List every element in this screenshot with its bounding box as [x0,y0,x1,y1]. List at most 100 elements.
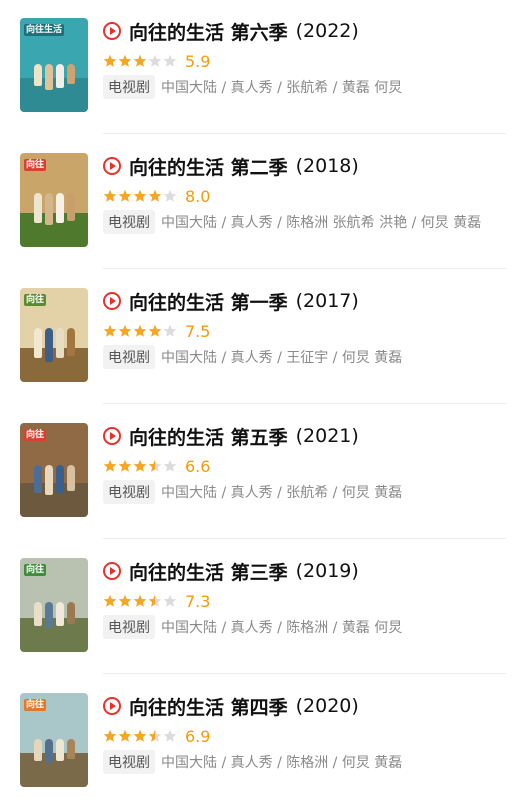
poster-logo: 向往 [24,159,47,171]
poster-image[interactable]: 向往 [20,288,88,382]
show-title[interactable]: 向往的生活 第五季 [129,423,288,450]
show-title[interactable]: 向往的生活 第六季 [129,18,288,45]
list-item[interactable]: 向往生活 向往的生活 第六季 (2022) 5.9 电视剧 中国大陆 / 真人秀… [0,0,526,135]
star-full-icon [133,459,147,473]
title-row[interactable]: 向往的生活 第四季 (2020) [103,691,359,721]
show-year: (2019) [295,560,359,582]
show-title[interactable]: 向往的生活 第二季 [129,153,288,180]
meta-row: 电视剧 中国大陆 / 真人秀 / 张航希 / 黄磊 何炅 [103,75,402,99]
title-row[interactable]: 向往的生活 第五季 (2021) [103,421,359,451]
poster-image[interactable]: 向往生活 [20,18,88,112]
poster-person [66,328,75,356]
star-full-icon [118,594,132,608]
rating-row: 6.9 [103,725,210,747]
poster-person [33,602,42,626]
show-meta: 中国大陆 / 真人秀 / 王征宇 / 何炅 黄磊 [161,350,403,366]
star-full-icon [118,54,132,68]
star-full-icon [103,189,117,203]
poster-person [55,193,64,223]
star-rating [103,594,177,608]
type-badge: 电视剧 [103,75,155,99]
poster-logo: 向往生活 [24,24,65,36]
show-meta: 中国大陆 / 真人秀 / 陈格洲 / 黄磊 何炅 [161,620,403,636]
divider [103,133,506,134]
rating-score: 5.9 [185,51,211,71]
star-full-icon [103,594,117,608]
rating-score: 7.5 [185,321,211,341]
play-icon [103,292,121,310]
poster-person [44,739,53,763]
poster-person [66,64,75,84]
star-full-icon [118,459,132,473]
star-full-icon [133,729,147,743]
title-row[interactable]: 向往的生活 第六季 (2022) [103,16,359,46]
star-empty-icon [163,189,177,203]
poster-image[interactable]: 向往 [20,558,88,652]
show-year: (2021) [295,425,359,447]
rating-row: 6.6 [103,455,210,477]
show-title[interactable]: 向往的生活 第一季 [129,288,288,315]
star-empty-icon [148,54,162,68]
star-full-icon [118,324,132,338]
poster-logo: 向往 [24,429,47,441]
rating-row: 7.5 [103,320,210,342]
poster-logo: 向往 [24,294,47,306]
poster-person [66,602,75,624]
poster-person [55,64,64,88]
star-rating [103,189,177,203]
poster-logo: 向往 [24,564,47,576]
poster-person [66,739,75,759]
type-badge: 电视剧 [103,480,155,504]
poster-image[interactable]: 向往 [20,423,88,517]
poster-image[interactable]: 向往 [20,693,88,787]
poster-person [33,193,42,223]
show-year: (2017) [295,290,359,312]
poster-person [44,328,53,362]
rating-row: 5.9 [103,50,210,72]
poster-people [28,64,80,90]
star-rating [103,54,177,68]
star-empty-icon [163,594,177,608]
poster-people [28,193,80,225]
show-meta: 中国大陆 / 真人秀 / 张航希 / 黄磊 何炅 [161,80,403,96]
show-title[interactable]: 向往的生活 第三季 [129,558,288,585]
show-year: (2018) [295,155,359,177]
play-icon [103,157,121,175]
star-half-icon [148,594,162,608]
poster-person [33,739,42,761]
meta-row: 电视剧 中国大陆 / 真人秀 / 王征宇 / 何炅 黄磊 [103,345,402,369]
title-row[interactable]: 向往的生活 第三季 (2019) [103,556,359,586]
star-full-icon [103,324,117,338]
list-item[interactable]: 向往 向往的生活 第一季 (2017) 7.5 电视剧 中国大陆 / 真人秀 /… [0,270,526,405]
type-badge: 电视剧 [103,345,155,369]
rating-score: 7.3 [185,591,211,611]
star-half-icon [148,729,162,743]
title-row[interactable]: 向往的生活 第二季 (2018) [103,151,359,181]
poster-people [28,602,80,628]
list-item[interactable]: 向往 向往的生活 第四季 (2020) 6.9 电视剧 中国大陆 / 真人秀 /… [0,675,526,810]
star-empty-icon [163,729,177,743]
poster-people [28,739,80,763]
star-full-icon [133,54,147,68]
star-rating [103,459,177,473]
list-item[interactable]: 向往 向往的生活 第三季 (2019) 7.3 电视剧 中国大陆 / 真人秀 /… [0,540,526,675]
meta-row: 电视剧 中国大陆 / 真人秀 / 陈格洲 / 何炅 黄磊 [103,750,402,774]
title-row[interactable]: 向往的生活 第一季 (2017) [103,286,359,316]
poster-person [44,465,53,495]
star-half-icon [148,459,162,473]
poster-person [33,328,42,358]
poster-person [44,193,53,225]
list-item[interactable]: 向往 向往的生活 第二季 (2018) 8.0 电视剧 中国大陆 / 真人秀 /… [0,135,526,270]
list-item[interactable]: 向往 向往的生活 第五季 (2021) 6.6 电视剧 中国大陆 / 真人秀 /… [0,405,526,540]
poster-person [33,465,42,493]
star-rating [103,729,177,743]
type-badge: 电视剧 [103,615,155,639]
poster-image[interactable]: 向往 [20,153,88,247]
star-full-icon [133,324,147,338]
star-full-icon [103,459,117,473]
show-meta: 中国大陆 / 真人秀 / 张航希 / 何炅 黄磊 [161,485,403,501]
star-full-icon [118,729,132,743]
show-title[interactable]: 向往的生活 第四季 [129,693,288,720]
type-badge: 电视剧 [103,750,155,774]
star-empty-icon [163,324,177,338]
